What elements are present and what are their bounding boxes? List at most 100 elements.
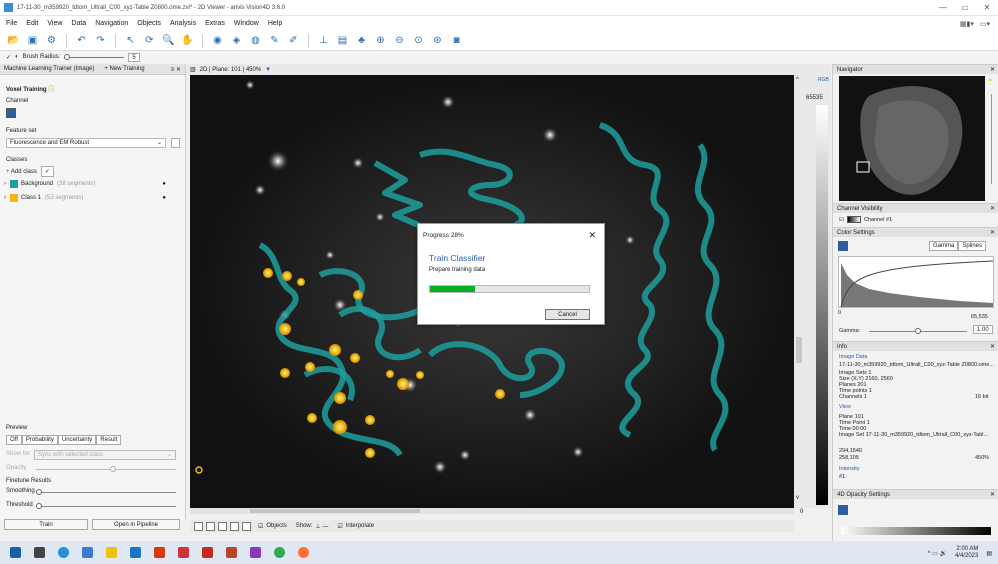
feature-set-details-button[interactable] xyxy=(171,138,180,148)
smoothing-slider-knob[interactable] xyxy=(36,489,42,495)
filter-icon[interactable]: ▼ xyxy=(265,67,271,73)
view-3d-icon[interactable] xyxy=(218,521,227,531)
channel-swatch[interactable] xyxy=(6,108,16,118)
brush-radius-input[interactable]: 5 xyxy=(128,52,140,62)
pointer-icon[interactable]: ↖ xyxy=(123,33,138,48)
channel-checkbox[interactable]: ☑ xyxy=(839,217,844,223)
info-header[interactable]: Info ✕ xyxy=(833,341,998,351)
feature-set-select[interactable]: Fluorescence and EM Robust ⌄ xyxy=(6,138,166,148)
horizontal-scrollbar[interactable] xyxy=(190,508,794,514)
scroll-down-icon[interactable]: v xyxy=(796,495,799,501)
info-icon[interactable] xyxy=(230,521,239,531)
menu-window[interactable]: Window xyxy=(234,20,259,27)
save-icon[interactable]: ▣ xyxy=(25,33,40,48)
redo-icon[interactable]: ↷ xyxy=(93,33,108,48)
task-view-icon[interactable] xyxy=(34,547,45,558)
histogram[interactable] xyxy=(838,256,994,308)
close-icon[interactable]: ✕ xyxy=(990,228,995,238)
eye-icon[interactable]: ● xyxy=(162,181,166,187)
color-channel-swatch[interactable] xyxy=(838,241,848,251)
opacity-settings-header[interactable]: 4D Opacity Settings ✕ xyxy=(833,489,998,499)
menu-analysis[interactable]: Analysis xyxy=(170,20,196,27)
train-button[interactable]: Train xyxy=(4,519,88,530)
minimize-icon[interactable]: — xyxy=(932,3,954,12)
layout-switcher[interactable]: ▦▮▾ ▭▾ xyxy=(960,20,990,28)
arivis-icon[interactable] xyxy=(250,547,261,558)
menu-view[interactable]: View xyxy=(47,20,62,27)
preview-tab-result[interactable]: Result xyxy=(96,435,122,445)
navigator-header[interactable]: Navigator ✕ xyxy=(833,64,998,74)
cancel-button[interactable]: Cancel xyxy=(545,309,590,320)
maximize-icon[interactable]: ▭ xyxy=(954,3,976,12)
camera-icon[interactable]: ◙ xyxy=(449,33,464,48)
view-grid-icon[interactable] xyxy=(206,521,215,531)
menu-data[interactable]: Data xyxy=(71,20,86,27)
new-training-button[interactable]: + New Training xyxy=(104,66,144,72)
open-file-icon[interactable]: 📂 xyxy=(6,33,21,48)
notification-icon[interactable]: ▤ xyxy=(986,550,992,557)
opacity-slider-knob[interactable] xyxy=(110,466,116,472)
navigator-tool-icon[interactable]: ✦ xyxy=(988,78,993,84)
undo-icon[interactable]: ↶ xyxy=(74,33,89,48)
zoom-fit-icon[interactable]: ⊙ xyxy=(411,33,426,48)
view-mode-icon[interactable]: ▭▾ xyxy=(980,20,990,28)
add-class-button[interactable]: + Add class xyxy=(6,169,37,175)
panel-menu-icon[interactable]: ≡ ✕ xyxy=(171,66,181,73)
expand-chevron-icon[interactable]: › xyxy=(4,181,6,187)
brush-radius-knob[interactable] xyxy=(64,53,71,60)
opacity-gradient[interactable] xyxy=(841,527,991,535)
threshold-slider-knob[interactable] xyxy=(36,503,42,509)
panel-tab-ml-trainer[interactable]: Machine Learning Trainer (Image) + New T… xyxy=(0,64,185,75)
scroll-up-icon[interactable]: ^ xyxy=(796,77,799,83)
close-icon[interactable]: ✕ xyxy=(976,3,998,12)
channel-visibility-header[interactable]: Channel Visibility ✕ xyxy=(833,203,998,213)
rotate-icon[interactable]: ◉ xyxy=(210,33,225,48)
opacity-slider[interactable] xyxy=(36,469,176,470)
office-icon[interactable] xyxy=(154,547,165,558)
open-in-pipeline-button[interactable]: Open in Pipeline xyxy=(92,519,180,530)
app-red2-icon[interactable] xyxy=(202,547,213,558)
opacity-channel-swatch[interactable] xyxy=(838,505,848,515)
eye-icon[interactable]: ● xyxy=(162,195,166,201)
navigator-zoom-slider[interactable] xyxy=(991,94,992,184)
brush-class-icon[interactable]: ✓ xyxy=(40,166,54,177)
menu-help[interactable]: Help xyxy=(268,20,282,27)
magnifier-icon[interactable]: 🔍 xyxy=(161,33,176,48)
measure-icon[interactable]: ⊥ xyxy=(316,33,331,48)
gamma-slider-knob[interactable] xyxy=(915,328,921,334)
view-2d-icon[interactable] xyxy=(194,521,203,531)
menu-extras[interactable]: Extras xyxy=(205,20,225,27)
close-icon[interactable]: ✕ xyxy=(990,342,995,352)
pen-icon[interactable]: ✐ xyxy=(286,33,301,48)
preview-tab-off[interactable]: Off xyxy=(6,435,22,445)
preview-tab-uncertainty[interactable]: Uncertainty xyxy=(57,435,97,445)
menu-edit[interactable]: Edit xyxy=(26,20,38,27)
show-filter-icon[interactable]: ⊥ — xyxy=(315,523,328,530)
edge-icon[interactable] xyxy=(58,547,69,558)
clock[interactable]: 2:00 AM 4/4/2023 xyxy=(955,546,978,560)
gamma-tab[interactable]: Gamma xyxy=(929,241,959,251)
threshold-slider[interactable] xyxy=(36,506,176,507)
file-explorer-icon[interactable] xyxy=(106,547,117,558)
zoom-out-icon[interactable]: ⊖ xyxy=(392,33,407,48)
horizontal-scrollbar-thumb[interactable] xyxy=(250,509,420,513)
channel-visibility-row[interactable]: ☑ Channel #1 xyxy=(839,216,892,223)
start-icon[interactable] xyxy=(10,547,21,558)
chrome-icon[interactable] xyxy=(274,547,285,558)
zoom-100-icon[interactable]: ⊛ xyxy=(430,33,445,48)
store-icon[interactable] xyxy=(82,547,93,558)
histogram-icon[interactable]: ▤ xyxy=(335,33,350,48)
color-channels-icon[interactable]: ♣ xyxy=(354,33,369,48)
tray-icons[interactable]: ^ ▭ 🔊 xyxy=(928,550,947,557)
show-for-select[interactable]: Sync with selected class ⌄ xyxy=(34,450,176,460)
segment-icon[interactable]: ◈ xyxy=(229,33,244,48)
close-icon[interactable]: ✕ xyxy=(990,204,995,214)
app-red-icon[interactable] xyxy=(178,547,189,558)
smoothing-slider[interactable] xyxy=(36,492,176,493)
close-icon[interactable]: ✕ xyxy=(990,490,995,500)
mail-icon[interactable] xyxy=(130,547,141,558)
color-settings-header[interactable]: Color Settings ✕ xyxy=(833,227,998,237)
brush-radius-slider[interactable] xyxy=(64,53,125,60)
wand-icon[interactable]: ✎ xyxy=(267,33,282,48)
interpolate-checkbox[interactable]: ☑ xyxy=(337,523,342,530)
